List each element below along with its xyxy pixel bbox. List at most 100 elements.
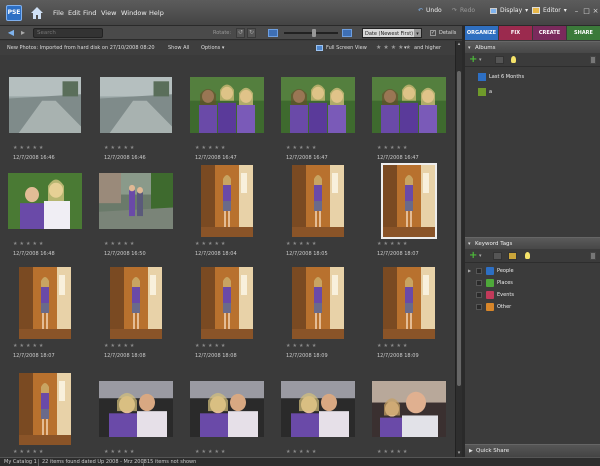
edit-tag-icon[interactable] xyxy=(493,252,502,260)
menu-file[interactable]: File xyxy=(53,9,64,17)
tag-checkbox[interactable] xyxy=(476,304,482,310)
tab-organize[interactable]: ORGANIZE xyxy=(465,26,498,40)
tab-fix[interactable]: FIX xyxy=(499,26,532,40)
sort-select[interactable]: Date (Newest First) ▾ xyxy=(362,28,422,38)
photo-image[interactable] xyxy=(281,77,355,133)
rating-stars[interactable]: ★★★★★ xyxy=(377,241,409,247)
rating-stars[interactable]: ★★★★★ xyxy=(13,145,45,151)
rating-stars[interactable]: ★★★★★ xyxy=(13,343,45,349)
home-icon[interactable] xyxy=(30,6,44,20)
photo-image[interactable] xyxy=(100,77,172,133)
photo-image[interactable] xyxy=(281,381,355,437)
full-screen-icon[interactable] xyxy=(316,45,323,51)
keyword-tags-header[interactable]: ▾ Keyword Tags xyxy=(465,237,600,249)
rating-stars[interactable]: ★★★★★ xyxy=(286,145,318,151)
menu-help[interactable]: Help xyxy=(149,9,164,17)
editor-button[interactable]: Editor ▾ xyxy=(532,7,567,14)
minimize-icon[interactable]: – xyxy=(572,7,581,16)
full-screen-view-button[interactable]: Full Screen View xyxy=(326,45,367,51)
photo-thumbnail[interactable]: ★★★★★ 12/7/2008 16:47 xyxy=(370,69,455,165)
menu-find[interactable]: Find xyxy=(83,9,96,17)
rating-stars[interactable]: ★★★★★ xyxy=(104,241,136,247)
photo-image[interactable] xyxy=(190,77,264,133)
photo-image[interactable] xyxy=(8,173,82,229)
back-arrow-icon[interactable]: ◀ xyxy=(6,28,16,38)
photo-thumbnail[interactable]: ★★★★★ 12/7/2008 18:08 xyxy=(188,267,278,363)
close-icon[interactable]: × xyxy=(591,7,600,16)
rating-stars[interactable]: ★★★★★ xyxy=(13,449,45,455)
grid-scrollbar[interactable]: ▴ ▾ xyxy=(455,41,462,457)
rating-stars[interactable]: ★★★★★ xyxy=(377,343,409,349)
photo-thumbnail[interactable]: ★★★★★ 12/7/2008 18:04 xyxy=(188,165,278,261)
expand-icon[interactable]: ▶ xyxy=(468,268,471,273)
forward-arrow-icon[interactable]: ▸ xyxy=(18,28,28,38)
photo-thumbnail[interactable]: ★★★★★ 12/7/2008 18:07 xyxy=(6,267,96,363)
photo-image[interactable] xyxy=(99,381,173,437)
photo-image[interactable] xyxy=(110,267,162,339)
add-album-icon[interactable]: + xyxy=(469,55,477,65)
tag-checkbox[interactable] xyxy=(476,292,482,298)
photo-thumbnail[interactable]: ★★★★★ 12/7/2008 16:46 xyxy=(97,69,187,165)
edit-album-icon[interactable] xyxy=(495,56,504,64)
photo-thumbnail[interactable]: ★★★★★ 12/7/2008 16:46 xyxy=(6,69,96,165)
photo-thumbnail[interactable]: ★★★★★ 12/7/2008 16:50 xyxy=(97,165,187,261)
thumbnail-size-slider[interactable] xyxy=(284,32,338,34)
menu-window[interactable]: Window xyxy=(121,9,147,17)
photo-thumbnail[interactable]: ★★★★★ 12/7/2008 18:09 xyxy=(279,267,369,363)
rating-stars[interactable]: ★★★★★ xyxy=(377,145,409,151)
details-checkbox[interactable]: ✓ xyxy=(430,30,436,36)
show-all-button[interactable]: Show All xyxy=(168,45,189,51)
photo-thumbnail[interactable]: ★★★★★ xyxy=(188,373,278,457)
rating-stars[interactable]: ★★★★★ xyxy=(286,449,318,455)
photo-image[interactable] xyxy=(372,77,446,133)
display-button[interactable]: Display ▾ xyxy=(490,7,528,14)
undo-button[interactable]: ↶ Undo xyxy=(418,7,442,14)
tag-checkbox[interactable] xyxy=(476,268,482,274)
slider-handle[interactable] xyxy=(312,29,316,37)
rating-stars[interactable]: ★★★★★ xyxy=(195,145,227,151)
trash-icon[interactable] xyxy=(590,56,596,64)
rating-stars[interactable]: ★★★★★ xyxy=(286,241,318,247)
rating-stars[interactable]: ★★★★★ xyxy=(13,241,45,247)
photo-thumbnail[interactable]: ★★★★★ 12/7/2008 16:47 xyxy=(188,69,278,165)
quick-share-panel[interactable]: ▶ Quick Share xyxy=(465,444,600,457)
trash-icon[interactable] xyxy=(590,252,596,260)
photo-image[interactable] xyxy=(19,267,71,339)
search-input[interactable] xyxy=(33,28,103,38)
small-thumbnails-icon[interactable] xyxy=(268,29,278,37)
albums-header[interactable]: ▾ Albums xyxy=(465,41,600,53)
rating-stars[interactable]: ★★★★★ xyxy=(104,343,136,349)
menu-edit[interactable]: Edit xyxy=(68,9,81,17)
photo-thumbnail[interactable]: ★★★★★ xyxy=(97,373,187,457)
rotate-left-icon[interactable]: ↺ xyxy=(236,28,245,38)
photo-thumbnail[interactable]: ★★★★★ xyxy=(279,373,369,457)
photo-thumbnail[interactable]: ★★★★★ xyxy=(6,373,96,457)
rating-stars[interactable]: ★★★★★ xyxy=(104,145,136,151)
catalog-name[interactable]: My Catalog 1 xyxy=(4,459,37,465)
rating-stars[interactable]: ★★★★★ xyxy=(286,343,318,349)
photo-image[interactable] xyxy=(292,267,344,339)
chevron-down-icon[interactable]: ▾ xyxy=(479,253,482,259)
rating-stars[interactable]: ★★★★★ xyxy=(195,343,227,349)
photo-image[interactable] xyxy=(292,165,344,237)
photo-image[interactable] xyxy=(372,381,446,437)
photo-image[interactable] xyxy=(99,173,173,229)
rating-stars[interactable]: ★★★★★ xyxy=(195,241,227,247)
chevron-down-icon[interactable]: ▾ xyxy=(479,57,482,63)
photo-thumbnail[interactable]: ★★★★★ 12/7/2008 18:05 xyxy=(279,165,369,261)
rating-comparator[interactable]: ▾ xyxy=(404,45,407,51)
add-tag-icon[interactable]: + xyxy=(469,251,477,261)
photo-image[interactable] xyxy=(201,165,253,237)
rating-stars[interactable]: ★★★★★ xyxy=(104,449,136,455)
photo-image[interactable] xyxy=(201,267,253,339)
large-thumbnails-icon[interactable] xyxy=(342,29,352,37)
photo-image[interactable] xyxy=(383,267,435,339)
tab-share[interactable]: SHARE xyxy=(567,26,600,40)
photo-thumbnail[interactable]: ★★★★★ 12/7/2008 18:07 xyxy=(370,163,455,261)
photo-thumbnail[interactable]: ★★★★★ 12/7/2008 18:09 xyxy=(370,267,455,363)
maximize-icon[interactable]: □ xyxy=(582,7,591,16)
photo-image[interactable] xyxy=(19,373,71,445)
photo-image[interactable] xyxy=(9,77,81,133)
scrollbar-thumb[interactable] xyxy=(457,71,461,386)
find-faces-icon[interactable] xyxy=(508,252,517,260)
